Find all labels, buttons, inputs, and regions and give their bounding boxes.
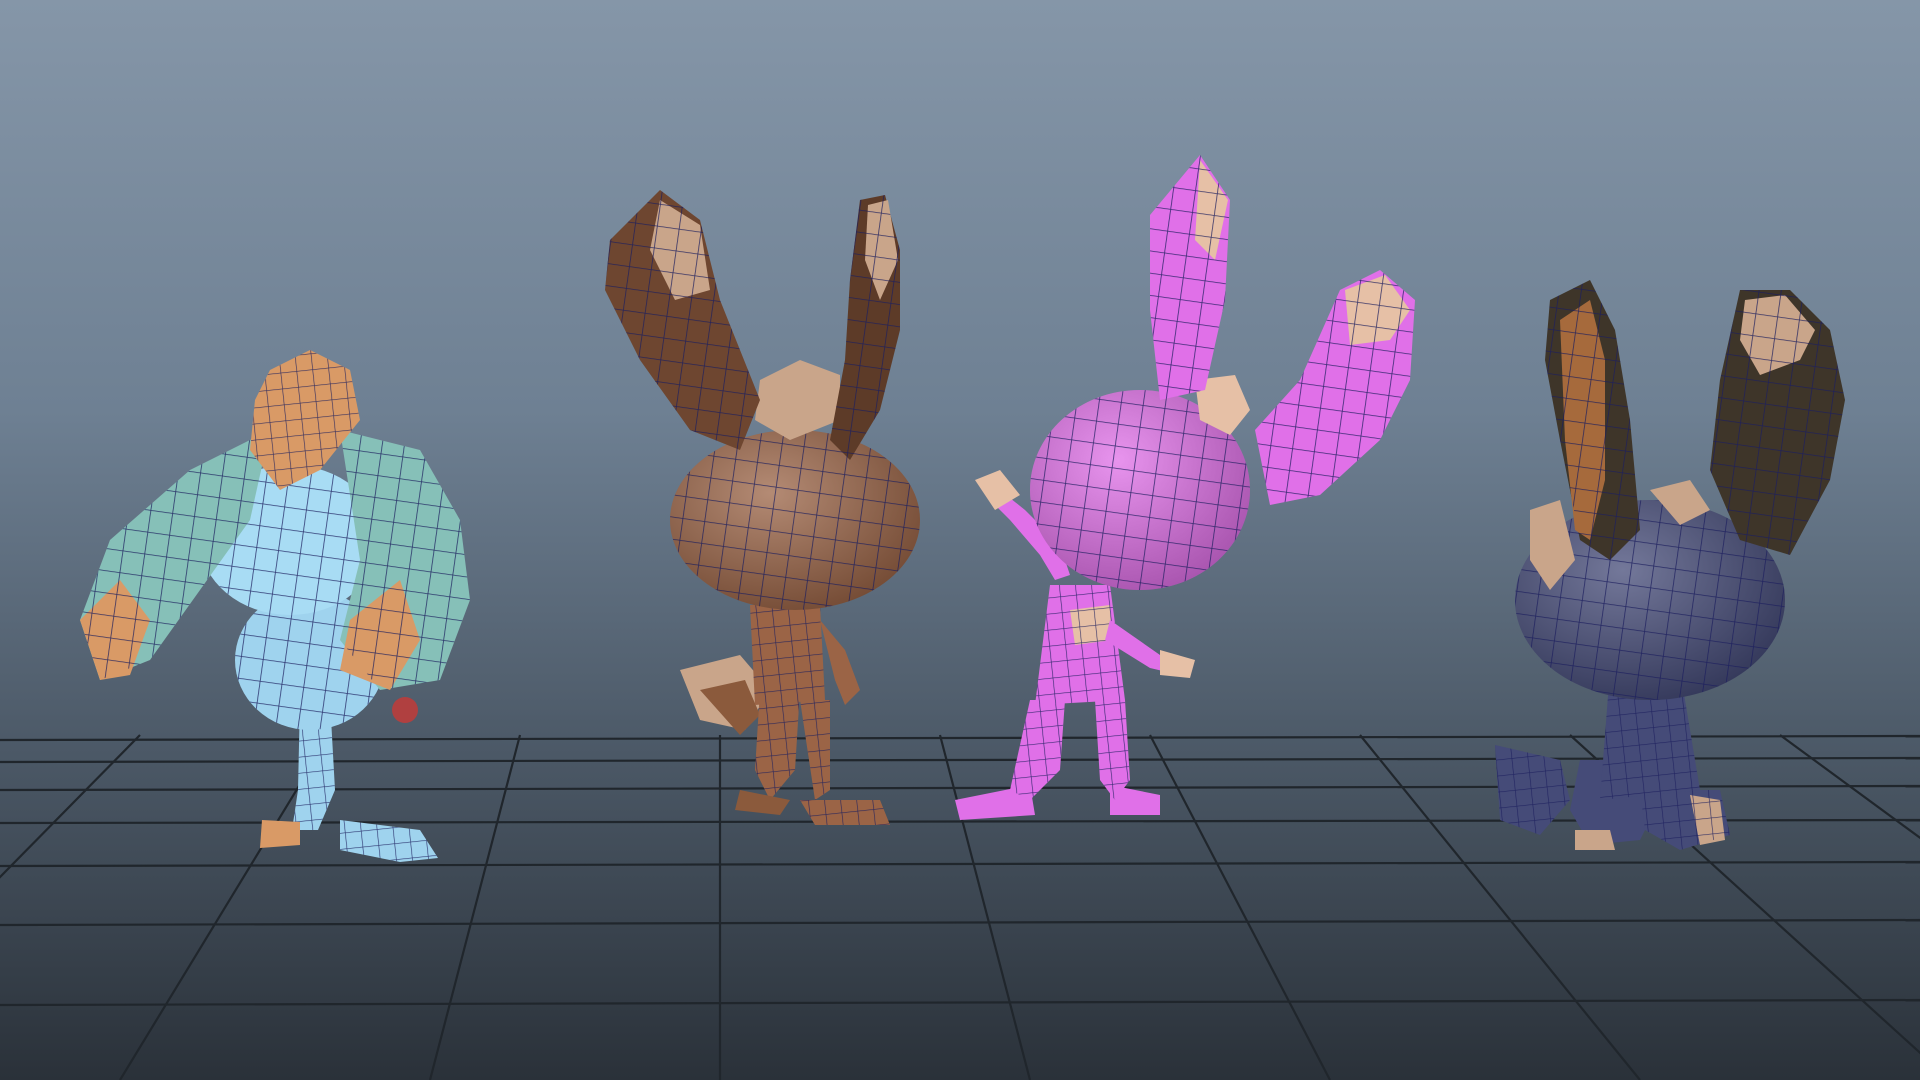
maya-viewport[interactable] <box>0 0 1920 1080</box>
magenta-rabbit-model[interactable] <box>955 155 1415 820</box>
teal-rabbit-model[interactable] <box>80 350 470 862</box>
scene-canvas[interactable] <box>0 0 1920 1080</box>
brown-rabbit-model[interactable] <box>605 190 920 825</box>
navy-rabbit-model[interactable] <box>1495 280 1845 850</box>
